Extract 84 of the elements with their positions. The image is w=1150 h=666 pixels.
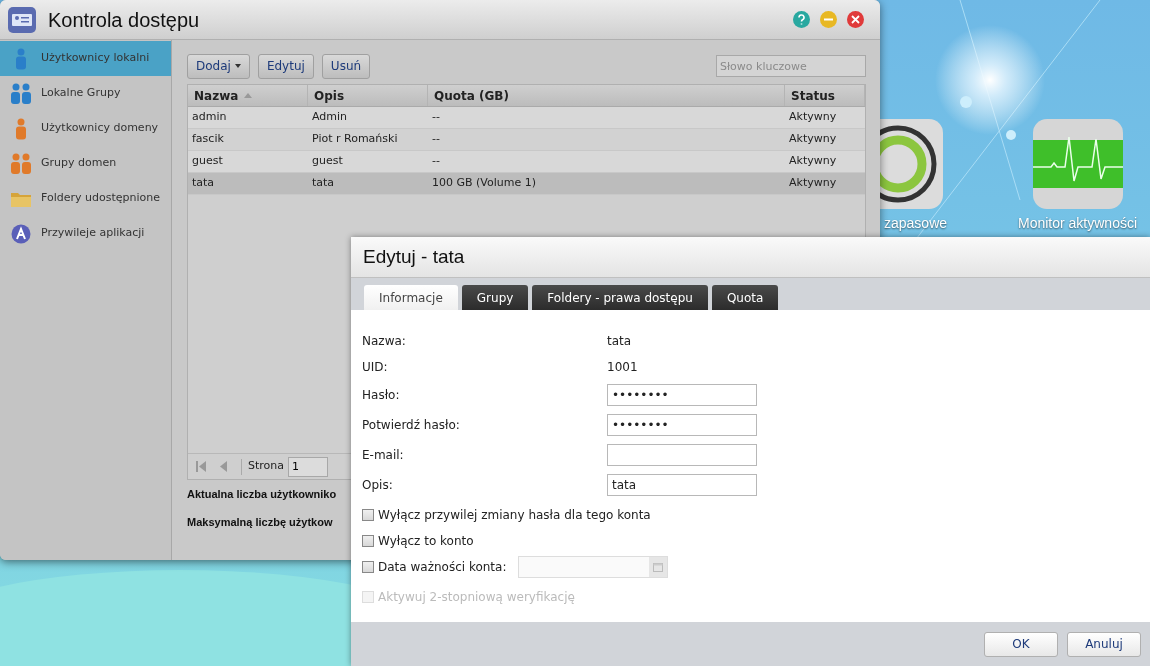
checkbox[interactable] bbox=[362, 535, 374, 547]
field-label: E-mail: bbox=[362, 447, 405, 464]
sidebar-item[interactable]: Lokalne Grupy bbox=[0, 76, 171, 111]
field-value: tata bbox=[607, 333, 632, 350]
table-cell-text: fascik bbox=[191, 131, 225, 148]
checkbox[interactable] bbox=[362, 561, 374, 573]
id-card-icon bbox=[8, 6, 36, 33]
sidebar-item[interactable]: Przywileje aplikacji bbox=[0, 216, 171, 251]
field-value: 1001 bbox=[607, 359, 638, 376]
table-cell-text: guest bbox=[311, 153, 344, 170]
close-icon[interactable] bbox=[847, 11, 864, 28]
person-icon bbox=[14, 47, 28, 70]
table-row[interactable]: admin Admin -- Aktywny bbox=[188, 107, 865, 129]
icon-label: zapasowe bbox=[884, 214, 948, 233]
people-icon bbox=[11, 152, 31, 175]
table-cell-text: guest bbox=[191, 153, 224, 170]
tab[interactable]: Grupy bbox=[461, 285, 529, 310]
table-cell-text: 100 GB (Volume 1) bbox=[431, 175, 538, 192]
column-header[interactable]: Quota (GB) bbox=[428, 85, 785, 106]
minimize-icon[interactable] bbox=[820, 11, 837, 28]
sidebar-item[interactable]: Grupy domen bbox=[0, 146, 171, 181]
summary-text: Maksymalną liczbę użytkow bbox=[187, 514, 333, 530]
column-header[interactable]: Opis bbox=[308, 85, 428, 106]
dialog-button[interactable]: Anuluj bbox=[1067, 631, 1141, 657]
tab[interactable]: Quota bbox=[711, 285, 779, 310]
table-row[interactable]: tata tata 100 GB (Volume 1) Aktywny bbox=[188, 173, 865, 195]
first-page-icon[interactable] bbox=[196, 461, 206, 472]
table-cell-text: Aktywny bbox=[788, 153, 838, 170]
people-icon bbox=[11, 82, 31, 105]
heart-monitor-icon[interactable] bbox=[1033, 119, 1123, 209]
summary-text: Aktualna liczba użytkowniko bbox=[187, 487, 337, 502]
sidebar-item[interactable]: Użytkownicy lokalni bbox=[0, 41, 171, 76]
field-label: Potwierdź hasło: bbox=[362, 417, 461, 434]
date-field[interactable] bbox=[518, 556, 669, 578]
input-field[interactable]: •••••••• bbox=[607, 384, 757, 406]
table-row[interactable]: guest guest -- Aktywny bbox=[188, 151, 865, 173]
page-field[interactable]: 1 bbox=[288, 456, 329, 477]
caret-icon bbox=[234, 64, 241, 68]
table-cell-text: -- bbox=[431, 153, 441, 170]
person-icon bbox=[14, 117, 28, 140]
dialog-title: Edytuj - tata bbox=[363, 244, 465, 269]
help-icon[interactable] bbox=[793, 11, 810, 28]
table-cell-text: -- bbox=[431, 131, 441, 148]
column-header[interactable]: Status bbox=[785, 85, 865, 106]
page-label: Strona bbox=[248, 458, 285, 475]
sidebar-item[interactable]: Foldery udostępnione bbox=[0, 181, 171, 216]
table-cell-text: admin bbox=[191, 109, 228, 126]
toolbar-button[interactable]: Usuń bbox=[321, 53, 371, 79]
input-field[interactable]: •••••••• bbox=[607, 414, 757, 436]
folder-icon bbox=[11, 190, 31, 207]
app-icon bbox=[11, 223, 31, 244]
tab[interactable]: Foldery - prawa dostępu bbox=[532, 285, 708, 310]
input-field[interactable] bbox=[607, 444, 757, 466]
table-cell-text: Admin bbox=[311, 109, 349, 126]
toolbar-button[interactable]: Dodaj bbox=[187, 53, 250, 79]
column-header[interactable]: Nazwa bbox=[188, 85, 308, 106]
checkbox-label: Data ważności konta: bbox=[378, 559, 507, 576]
checkbox-label: Wyłącz to konto bbox=[378, 533, 474, 550]
previous-page-icon[interactable] bbox=[220, 461, 227, 472]
field-label: Hasło: bbox=[362, 387, 401, 404]
sort-up-icon bbox=[244, 93, 253, 98]
field-label: UID: bbox=[362, 359, 389, 376]
icon-label: Monitor aktywności bbox=[1018, 214, 1138, 233]
checkbox-label: Aktywuj 2-stopniową weryfikację bbox=[378, 589, 575, 606]
table-cell-text: Aktywny bbox=[788, 109, 838, 126]
table-cell-text: tata bbox=[191, 175, 216, 192]
field-label: Opis: bbox=[362, 477, 394, 494]
input-field[interactable]: tata bbox=[607, 474, 757, 496]
table-cell-text: Piot r Romański bbox=[311, 131, 399, 148]
toolbar-button[interactable]: Edytuj bbox=[257, 53, 314, 79]
calendar-icon[interactable] bbox=[653, 562, 664, 572]
table-cell-text: Aktywny bbox=[788, 131, 838, 148]
table-cell-text: tata bbox=[311, 175, 336, 192]
backup-icon[interactable] bbox=[880, 119, 943, 209]
dialog-button[interactable]: OK bbox=[984, 631, 1058, 657]
field-label: Nazwa: bbox=[362, 333, 407, 350]
table-cell-text: -- bbox=[431, 109, 441, 126]
window-title: Kontrola dostępu bbox=[48, 7, 200, 33]
sidebar-item[interactable]: Użytkownicy domeny bbox=[0, 111, 171, 146]
search-field[interactable]: Słowo kluczowe bbox=[716, 55, 866, 77]
tab[interactable]: Informacje bbox=[364, 285, 458, 310]
checkbox-label: Wyłącz przywilej zmiany hasła dla tego konta bbox=[378, 507, 651, 524]
checkbox[interactable] bbox=[362, 509, 374, 521]
table-cell-text: Aktywny bbox=[788, 175, 838, 192]
